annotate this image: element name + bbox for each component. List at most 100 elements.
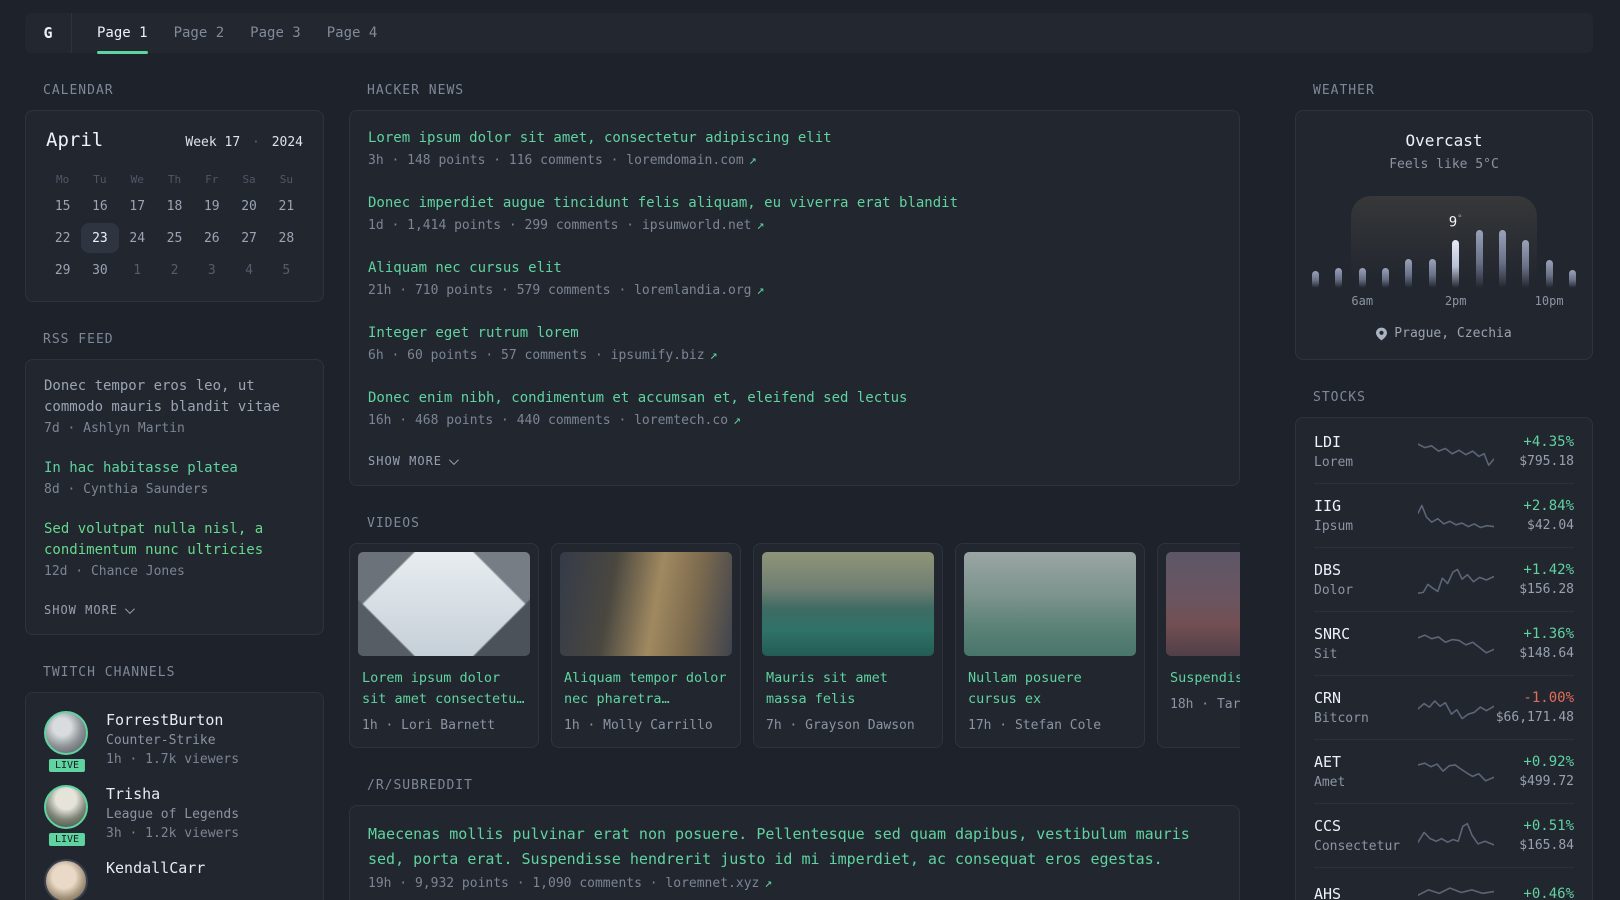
twitch-channel-link[interactable]: KendallCarr bbox=[106, 859, 205, 877]
meta-text: 16h · 468 points · 440 comments · bbox=[368, 413, 627, 428]
stock-change: +0.46% bbox=[1523, 886, 1574, 900]
stock-change: +4.35% bbox=[1523, 434, 1574, 450]
twitch-category[interactable]: League of Legends bbox=[106, 807, 239, 822]
hackernews-domain-link[interactable]: ipsumify.biz bbox=[611, 348, 705, 363]
calendar-day: 3 bbox=[207, 262, 216, 278]
avatar[interactable] bbox=[44, 785, 88, 829]
weather-bar bbox=[1382, 268, 1390, 288]
video-thumbnail[interactable] bbox=[762, 552, 934, 656]
rss-item-link[interactable]: In hac habitasse platea bbox=[44, 458, 305, 479]
hackernews-item-link[interactable]: Aliquam nec cursus elit bbox=[368, 257, 1221, 279]
avatar[interactable] bbox=[44, 711, 88, 755]
video-title-link[interactable]: Mauris sit amet massa felis bbox=[766, 668, 930, 710]
rss-item: Donec tempor eros leo, ut commodo mauris… bbox=[44, 376, 305, 436]
rss-item-link[interactable]: Sed volutpat nulla nisl, a condimentum n… bbox=[44, 519, 305, 561]
stock-symbol-link[interactable]: SNRC bbox=[1314, 625, 1418, 643]
video-card[interactable]: Nullam posuere cursus ex 17h · Stefan Co… bbox=[955, 543, 1145, 748]
video-title-link[interactable]: Aliquam tempor dolor nec pharetra… bbox=[564, 668, 728, 710]
subreddit-card: Maecenas mollis pulvinar erat non posuer… bbox=[349, 805, 1240, 900]
calendar-day: 22 bbox=[54, 230, 71, 246]
stock-symbol-link[interactable]: CRN bbox=[1314, 689, 1418, 707]
twitch-channel-row: KendallCarr bbox=[44, 859, 305, 900]
hackernews-item-meta: 3h · 148 points · 116 comments · loremdo… bbox=[368, 153, 1221, 168]
subreddit-domain-link[interactable]: loremnet.xyz bbox=[665, 876, 759, 891]
hackernews-item-link[interactable]: Lorem ipsum dolor sit amet, consectetur … bbox=[368, 127, 1221, 149]
stock-sparkline bbox=[1418, 881, 1494, 900]
live-badge: LIVE bbox=[46, 757, 88, 774]
weather-daylight-overlay bbox=[1350, 196, 1538, 288]
calendar-day: 21 bbox=[278, 198, 295, 214]
weather-hour-label: 10pm bbox=[1534, 294, 1564, 308]
video-card[interactable]: Aliquam tempor dolor nec pharetra… 1h · … bbox=[551, 543, 741, 748]
tab-page-3[interactable]: Page 3 bbox=[250, 13, 301, 53]
weather-bar bbox=[1358, 268, 1366, 288]
stock-symbol-link[interactable]: LDI bbox=[1314, 433, 1418, 451]
video-card[interactable]: Lorem ipsum dolor sit amet consectetu… 1… bbox=[349, 543, 539, 748]
weather-location: Prague, Czechia bbox=[1312, 326, 1576, 341]
stock-symbol-link[interactable]: IIG bbox=[1314, 497, 1418, 515]
hackernews-show-more-button[interactable]: SHOW MORE bbox=[368, 454, 459, 468]
video-thumbnail[interactable] bbox=[560, 552, 732, 656]
stock-change: +1.42% bbox=[1523, 562, 1574, 578]
stock-symbol-link[interactable]: AHS bbox=[1314, 885, 1418, 900]
rss-item-link[interactable]: Donec tempor eros leo, ut commodo mauris… bbox=[44, 376, 305, 418]
stock-symbol-link[interactable]: AET bbox=[1314, 753, 1418, 771]
hackernews-item-link[interactable]: Integer eget rutrum lorem bbox=[368, 322, 1221, 344]
twitch-avatar-wrap: LIVE bbox=[44, 785, 90, 848]
twitch-card: LIVE ForrestBurton Counter-Strike 1h · 1… bbox=[25, 692, 324, 900]
stock-sparkline bbox=[1418, 437, 1494, 467]
avatar[interactable] bbox=[44, 859, 88, 900]
twitch-category[interactable]: Counter-Strike bbox=[106, 733, 239, 748]
calendar-day-selected: 23 bbox=[81, 223, 119, 253]
video-title-link[interactable]: Nullam posuere cursus ex bbox=[968, 668, 1132, 710]
stock-info: IIG Ipsum bbox=[1314, 497, 1418, 534]
stock-change: +0.51% bbox=[1523, 818, 1574, 834]
tab-page-1[interactable]: Page 1 bbox=[97, 13, 148, 54]
stock-sparkline bbox=[1418, 821, 1494, 851]
calendar-day: 29 bbox=[54, 262, 71, 278]
stock-price: $66,171.48 bbox=[1495, 710, 1574, 725]
stock-change: +1.36% bbox=[1523, 626, 1574, 642]
video-card[interactable]: Mauris sit amet massa felis 7h · Grayson… bbox=[753, 543, 943, 748]
stock-row: LDI Lorem +4.35% $795.18 bbox=[1314, 420, 1574, 484]
hackernews-item-link[interactable]: Donec imperdiet augue tincidunt felis al… bbox=[368, 192, 1221, 214]
hackernews-domain-link[interactable]: loremlandia.org bbox=[634, 283, 751, 298]
rss-widget: RSS FEED Donec tempor eros leo, ut commo… bbox=[25, 332, 324, 635]
rss-item-meta: 12d · Chance Jones bbox=[44, 564, 185, 579]
tab-page-2[interactable]: Page 2 bbox=[174, 13, 225, 53]
video-thumbnail[interactable] bbox=[358, 552, 530, 656]
weather-bar bbox=[1335, 268, 1343, 288]
subreddit-post-link[interactable]: Maecenas mollis pulvinar erat non posuer… bbox=[368, 822, 1221, 872]
show-more-label: SHOW MORE bbox=[368, 454, 443, 468]
rss-show-more-button[interactable]: SHOW MORE bbox=[44, 603, 135, 617]
video-title-link[interactable]: Lorem ipsum dolor sit amet consectetu… bbox=[362, 668, 526, 710]
stock-name: Ipsum bbox=[1314, 519, 1354, 534]
tab-page-4[interactable]: Page 4 bbox=[327, 13, 378, 53]
stock-values: +4.35% $795.18 bbox=[1494, 434, 1574, 469]
dashboard-page: G Page 1 Page 2 Page 3 Page 4 CALENDAR A… bbox=[0, 0, 1620, 900]
video-thumbnail[interactable] bbox=[1166, 552, 1240, 656]
video-thumbnail[interactable] bbox=[964, 552, 1136, 656]
twitch-avatar-wrap: LIVE bbox=[44, 711, 90, 774]
stock-row: DBS Dolor +1.42% $156.28 bbox=[1314, 548, 1574, 612]
stock-name: Amet bbox=[1314, 775, 1346, 790]
weather-hour-labels: 6am 2pm 10pm bbox=[1312, 294, 1576, 310]
weather-bar bbox=[1312, 271, 1319, 288]
stock-symbol-link[interactable]: DBS bbox=[1314, 561, 1418, 579]
calendar-day: 17 bbox=[129, 198, 146, 214]
hackernews-item-link[interactable]: Donec enim nibh, condimentum et accumsan… bbox=[368, 387, 1221, 409]
video-title-link[interactable]: Suspendisse diam bbox=[1170, 668, 1240, 689]
hackernews-domain-link[interactable]: loremtech.co bbox=[634, 413, 728, 428]
stock-symbol-link[interactable]: CCS bbox=[1314, 817, 1418, 835]
logo[interactable]: G bbox=[25, 13, 72, 53]
twitch-channel-link[interactable]: ForrestBurton bbox=[106, 711, 239, 729]
twitch-channel-link[interactable]: Trisha bbox=[106, 785, 239, 803]
calendar-day: 2 bbox=[170, 262, 179, 278]
stock-info: CCS Consectetur bbox=[1314, 817, 1418, 854]
hackernews-domain-link[interactable]: ipsumworld.net bbox=[642, 218, 752, 233]
video-card[interactable]: Suspendisse diam 18h · Tara bbox=[1157, 543, 1240, 748]
stock-values: +1.36% $148.64 bbox=[1494, 626, 1574, 661]
hackernews-domain-link[interactable]: loremdomain.com bbox=[626, 153, 743, 168]
stock-info: CRN Bitcorn bbox=[1314, 689, 1418, 726]
live-badge: LIVE bbox=[46, 831, 88, 848]
